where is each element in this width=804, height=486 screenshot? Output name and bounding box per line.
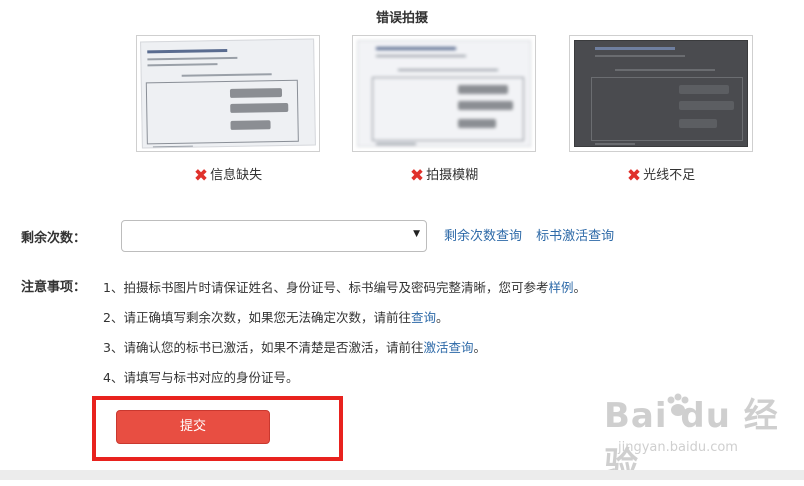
sample-caption-2: ✖ 拍摄模糊 [409, 166, 479, 186]
notes-label: 注意事项： [21, 280, 87, 295]
sample-image-cropped [136, 35, 320, 152]
query-link[interactable]: 查询 [411, 310, 436, 325]
activation-query-link[interactable]: 标书激活查询 [536, 229, 614, 244]
sample-caption-1: ✖ 信息缺失 [193, 166, 263, 186]
x-mark-icon: ✖ [193, 166, 209, 186]
sample-image-dark [569, 35, 753, 152]
paw-icon [667, 393, 689, 416]
note-item-4: 4、请填写与标书对应的身份证号。 [103, 370, 299, 385]
sample-link[interactable]: 样例 [548, 280, 573, 295]
watermark-url: jingyan.baidu.com [618, 440, 738, 455]
sample-caption-3: ✖ 光线不足 [626, 166, 696, 186]
x-mark-icon: ✖ [409, 166, 425, 186]
bottom-strip [0, 470, 804, 480]
activation-link[interactable]: 激活查询 [423, 340, 473, 355]
remaining-count-label: 剩余次数： [21, 231, 87, 246]
submit-button[interactable]: 提交 [116, 410, 270, 444]
remaining-count-select[interactable]: ▼ [121, 220, 427, 252]
sample-image-blurry [352, 35, 536, 152]
query-links: 剩余次数查询 标书激活查询 [444, 225, 624, 244]
note-item-1: 1、拍摄标书图片时请保证姓名、身份证号、标书编号及密码完整清晰，您可参考样例。 [103, 280, 586, 295]
x-mark-icon: ✖ [626, 166, 642, 186]
note-item-3: 3、请确认您的标书已激活，如果不清楚是否激活，请前往激活查询。 [103, 340, 486, 355]
triangle-down-icon: ▼ [413, 229, 420, 239]
error-photo-title: 错误拍摄 [375, 11, 428, 26]
note-item-2: 2、请正确填写剩余次数，如果您无法确定次数，请前往查询。 [103, 310, 449, 325]
query-remaining-link[interactable]: 剩余次数查询 [444, 229, 522, 244]
